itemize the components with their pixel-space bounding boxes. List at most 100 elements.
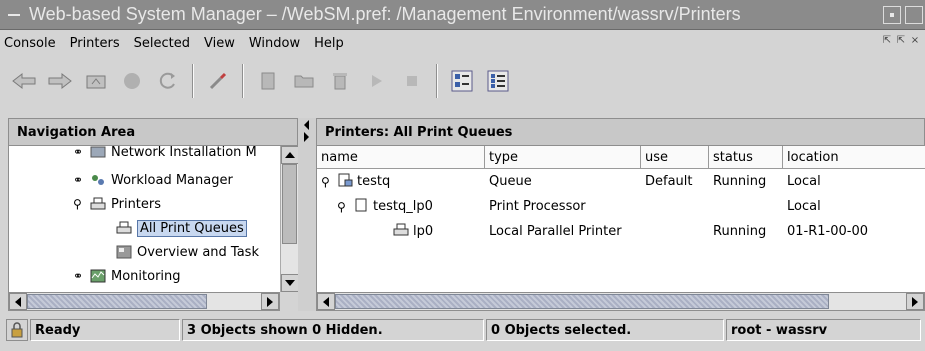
restore-pane-icon[interactable]: ⇱ [881,35,893,47]
scroll-thumb[interactable] [335,294,829,309]
cell-type: Queue [489,174,532,189]
tree-item-all-print-queues[interactable]: All Print Queues [115,216,247,240]
back-arrow-icon[interactable] [8,65,40,97]
tree-item-label: All Print Queues [137,219,247,237]
cell-location: 01-R1-00-00 [787,224,869,239]
tree-item-label: Overview and Task [137,244,259,260]
restore-pane2-icon[interactable]: ⇱ [895,35,907,47]
scroll-right-button[interactable] [906,293,924,310]
menu-help[interactable]: Help [307,36,351,51]
cell-use: Default [645,174,693,189]
close-pane-icon[interactable]: × [909,35,921,47]
toolbar-separator [192,64,194,98]
table-row[interactable]: ⚲ testq_lp0 Print Processor Local [317,194,925,219]
run-icon[interactable] [360,65,392,97]
menu-view[interactable]: View [197,36,242,51]
cell-name: testq_lp0 [373,199,433,214]
maximize-button[interactable] [905,5,923,24]
properties-icon[interactable] [252,65,284,97]
stop-queue-icon[interactable] [396,65,428,97]
navigation-tree: ⚭ Network Installation M ⚭ Workload Mana… [8,146,280,292]
expanded-node-icon[interactable]: ⚲ [321,175,337,189]
find-icon[interactable] [202,65,234,97]
queue-icon [337,173,357,191]
scroll-thumb[interactable] [282,164,297,244]
collapse-left-icon[interactable] [304,120,309,130]
table-header: name type use status location [317,146,925,169]
printer-icon [393,223,413,241]
collapsed-node-icon[interactable]: ⚭ [73,173,89,187]
toolbar-separator [436,64,438,98]
column-header-status[interactable]: status [709,146,783,169]
toolbar [0,56,925,106]
tree-item-printers[interactable]: ⚲ Printers [73,192,161,216]
scroll-up-button[interactable] [281,146,299,164]
cell-status: Running [713,174,767,189]
forward-arrow-icon[interactable] [44,65,76,97]
tree-item-label: Workload Manager [111,172,233,188]
details-view-icon[interactable] [482,65,514,97]
expanded-node-icon[interactable]: ⚲ [337,200,353,214]
window-menu-button[interactable] [3,4,25,26]
navigation-header: Navigation Area [8,118,298,146]
overview-icon [115,244,133,260]
refresh-icon[interactable] [152,65,184,97]
tree-item-workload-manager[interactable]: ⚭ Workload Manager [73,168,233,192]
expand-right-icon[interactable] [304,132,309,142]
collapsed-node-icon[interactable]: ⚭ [73,269,89,283]
content-header: Printers: All Print Queues [316,118,925,146]
workload-icon [89,172,107,188]
expanded-node-icon[interactable]: ⚲ [73,197,89,211]
status-objects-shown: 3 Objects shown 0 Hidden. [182,319,484,341]
delete-icon[interactable] [324,65,356,97]
cell-location: Local [787,199,821,214]
menu-printers[interactable]: Printers [63,36,127,51]
table-row[interactable]: lp0 Local Parallel Printer Running 01-R1… [317,219,925,244]
status-objects-selected: 0 Objects selected. [486,319,724,341]
up-folder-icon[interactable] [80,65,112,97]
tree-item-network-installation[interactable]: ⚭ Network Installation M [73,146,257,164]
tree-item-label: Network Installation M [111,146,257,160]
monitoring-icon [89,268,107,284]
cell-type: Local Parallel Printer [489,224,622,239]
scroll-left-button[interactable] [317,293,335,310]
table-row[interactable]: ⚲ testq Queue Default Running Local [317,169,925,194]
navigation-vertical-scrollbar[interactable] [280,146,299,292]
column-header-type[interactable]: type [485,146,641,169]
open-icon[interactable] [288,65,320,97]
minimize-button[interactable] [883,5,901,24]
column-header-use[interactable]: use [641,146,709,169]
scroll-thumb[interactable] [27,294,207,309]
cell-status: Running [713,224,767,239]
navigation-horizontal-scrollbar[interactable] [8,292,280,311]
tree-item-monitoring[interactable]: ⚭ Monitoring [73,264,181,288]
large-icons-icon[interactable] [446,65,478,97]
title-bar: Web-based System Manager – /WebSM.pref: … [0,0,925,30]
scroll-left-button[interactable] [9,293,27,310]
window-title: Web-based System Manager – /WebSM.pref: … [29,4,741,24]
scroll-right-button[interactable] [261,293,279,310]
cell-name: testq [357,174,391,189]
menu-selected[interactable]: Selected [127,36,197,51]
toolbar-separator [242,64,244,98]
collapsed-node-icon[interactable]: ⚭ [73,146,89,159]
navigation-panel: Navigation Area ⚭ Network Installation M… [8,118,299,311]
cell-name: lp0 [413,224,434,239]
lock-icon [6,319,28,341]
column-header-location[interactable]: location [783,146,925,169]
scroll-down-button[interactable] [281,274,299,292]
printer-icon [89,196,107,212]
column-header-name[interactable]: name [317,146,485,169]
tree-item-label: Printers [111,196,162,212]
stop-icon[interactable] [116,65,148,97]
network-install-icon [89,146,107,160]
content-horizontal-scrollbar[interactable] [316,292,925,311]
document-icon [353,198,373,216]
cell-location: Local [787,174,821,189]
menu-console[interactable]: Console [0,36,63,51]
menu-bar: Console Printers Selected View Window He… [0,30,925,56]
menu-window[interactable]: Window [242,36,307,51]
panel-splitter[interactable] [298,118,316,311]
tree-item-overview[interactable]: Overview and Task [115,240,259,264]
status-bar: Ready 3 Objects shown 0 Hidden. 0 Object… [0,316,925,344]
